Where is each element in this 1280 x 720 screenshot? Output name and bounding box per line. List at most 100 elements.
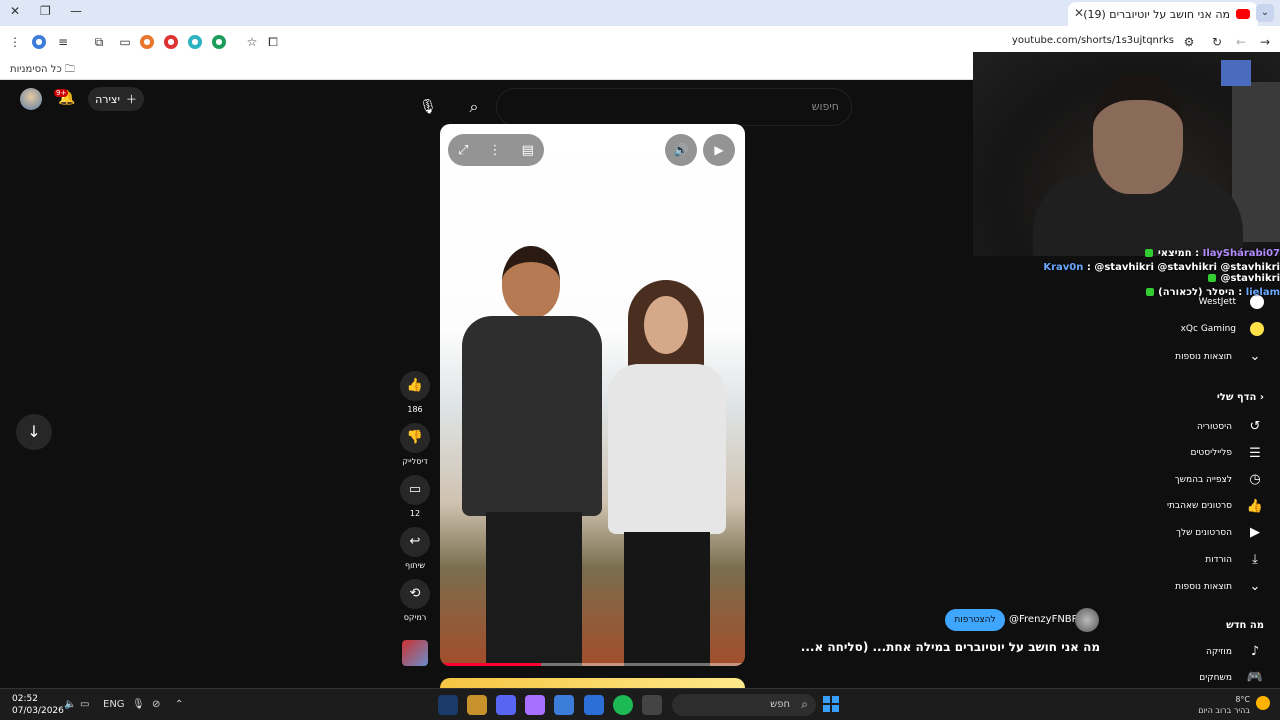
back-icon[interactable]: → xyxy=(1258,35,1272,49)
file-explorer-icon[interactable] xyxy=(642,695,662,715)
shorts-video-player[interactable]: ⤢ ⋮ ▤ 🔊 ▶ xyxy=(440,124,745,666)
channel-avatar[interactable] xyxy=(1075,608,1099,632)
sidebar-item-video[interactable]: הסרטונים שלך ▶ xyxy=(1176,525,1264,540)
volume-icon[interactable]: 🔊 xyxy=(665,134,697,166)
captions-icon[interactable]: ▤ xyxy=(522,143,534,158)
tab-search-icon[interactable]: ⌄ xyxy=(1256,4,1274,22)
share-action[interactable]: ↩ שיתוף xyxy=(400,527,430,570)
search-icon[interactable]: ⌕ xyxy=(454,88,494,126)
sidebar-more-results[interactable]: תוצאות נוספות ⌄ xyxy=(1175,349,1264,364)
my-page-heading[interactable]: הדף שלי › xyxy=(1217,392,1264,403)
chat-badge-icon xyxy=(1145,249,1154,257)
address-bar-url[interactable]: youtube.com/shorts/1s3ujtqnrks xyxy=(1012,35,1174,46)
history-icon: ↺ xyxy=(1249,419,1261,434)
subscribe-button[interactable]: להצטרפות xyxy=(945,609,1005,631)
site-settings-icon[interactable]: ⚙ xyxy=(1182,35,1196,49)
dislike-action[interactable]: 👎 דיסלייק xyxy=(400,423,430,466)
share-page-icon[interactable]: ⧠ xyxy=(266,35,280,49)
sidebar-more-results-2[interactable]: תוצאות נוספות ⌄ xyxy=(1175,579,1264,594)
all-bookmarks-button[interactable]: כל הסימניות 🗀 xyxy=(10,62,75,79)
extension-red-icon[interactable]: ● xyxy=(164,35,178,49)
download-icon: ⤓ xyxy=(1252,552,1258,567)
speaker-icon[interactable]: 🔈 xyxy=(64,699,76,710)
language-indicator[interactable]: ENG xyxy=(103,699,125,710)
close-tab-icon[interactable]: ✕ xyxy=(1074,6,1084,20)
microphone-icon[interactable]: 🎙 xyxy=(132,699,145,710)
sidebar-item-label: לצפייה בהמשך xyxy=(1174,474,1232,485)
tray-chevron-up-icon[interactable]: ⌃ xyxy=(175,699,183,710)
clock[interactable]: 02:52 07/03/2026 xyxy=(12,693,64,717)
maximize-window-icon[interactable]: ❐ xyxy=(40,4,51,18)
chat-user: lielam xyxy=(1245,287,1280,298)
sidebar-item-label: פלייליסטים xyxy=(1190,448,1232,459)
sidebar-item-clock[interactable]: לצפייה בהמשך ◷ xyxy=(1175,472,1264,487)
next-video-preview[interactable] xyxy=(440,678,745,688)
playlist-icon: ☰ xyxy=(1249,445,1261,461)
sidebar-item-download[interactable]: הורדות ⤓ xyxy=(1205,552,1264,567)
share-icon[interactable]: ↩ xyxy=(400,527,430,557)
cast-icon[interactable]: ▭ xyxy=(118,35,132,49)
like-action[interactable]: 👍 186 xyxy=(400,371,430,414)
search-bar: ⌕ חיפוש xyxy=(454,88,852,126)
remix-icon[interactable]: ⟲ xyxy=(400,579,430,609)
play-icon[interactable]: ▶ xyxy=(703,134,735,166)
comment-icon[interactable]: ▭ xyxy=(400,475,430,505)
chrome-app-icon[interactable] xyxy=(554,695,574,715)
minimize-window-icon[interactable]: — xyxy=(70,4,82,18)
windows-start-icon[interactable] xyxy=(823,696,839,712)
next-short-button[interactable]: ↓ xyxy=(16,414,52,450)
sound-thumbnail[interactable] xyxy=(402,640,428,666)
search-icon: ⌕ xyxy=(801,697,808,711)
network-icon[interactable]: ▭ xyxy=(80,699,89,710)
create-button[interactable]: יצירה ＋ xyxy=(88,87,144,111)
extension-teal-icon[interactable]: ● xyxy=(188,35,202,49)
sidebar-item-music[interactable]: מוזיקה ♪ xyxy=(1206,644,1264,659)
more-options-icon[interactable]: ⋮ xyxy=(489,143,502,158)
discord-app-icon[interactable] xyxy=(496,695,516,715)
chat-user: IlayShárabi07 xyxy=(1202,248,1280,259)
chat-text: : היסלר (לכאורה) xyxy=(1158,287,1243,298)
webcam-monitor xyxy=(1221,60,1251,86)
weather-widget[interactable]: 8°C בהיר ברוב היום xyxy=(1198,694,1250,716)
video-progress-bar[interactable] xyxy=(440,663,745,666)
whats-new-heading: מה חדש xyxy=(1226,620,1264,631)
extension-green-icon[interactable]: ● xyxy=(212,35,226,49)
comment-count: 12 xyxy=(409,509,421,518)
twitch-app-icon[interactable] xyxy=(525,695,545,715)
search-input[interactable]: חיפוש xyxy=(496,88,852,126)
sidebar-item-thumb-up[interactable]: סרטונים שאהבתי 👍 xyxy=(1167,499,1264,514)
reading-list-icon[interactable]: ≡ xyxy=(56,35,70,49)
reload-icon[interactable]: ↻ xyxy=(1210,35,1224,49)
sidebar-item-gamepad[interactable]: משחקים 🎮 xyxy=(1199,670,1264,685)
spotify-app-icon[interactable] xyxy=(613,695,633,715)
avatar[interactable] xyxy=(20,88,42,110)
fullscreen-icon[interactable]: ⤢ xyxy=(458,143,468,158)
menu-icon[interactable]: ⋮ xyxy=(8,35,22,49)
taskbar-search-input[interactable]: חפש ⌕ xyxy=(672,694,816,716)
voice-search-icon[interactable]: 🎙 xyxy=(414,88,442,126)
comments-action[interactable]: ▭ 12 xyxy=(400,475,430,518)
youtube-favicon-icon xyxy=(1236,9,1250,19)
steam-app-icon[interactable] xyxy=(438,695,458,715)
start-grid-icon[interactable] xyxy=(584,695,604,715)
close-window-icon[interactable]: ✕ xyxy=(10,4,20,18)
bookmark-star-icon[interactable]: ☆ xyxy=(245,35,259,49)
video-controls-group: ⤢ ⋮ ▤ xyxy=(448,134,544,166)
extension-icon[interactable]: ● xyxy=(32,35,46,49)
extensions-puzzle-icon[interactable]: ⧉ xyxy=(92,35,106,49)
remix-action[interactable]: ⟲ רמיקס xyxy=(400,579,430,622)
browser-tab[interactable]: ✕ (19) מה אני חושב על יוטיוברים xyxy=(1068,2,1258,26)
mute-icon[interactable]: ⊘ xyxy=(152,699,160,710)
channel-name[interactable]: @FrenzyFNBR xyxy=(1009,614,1079,625)
thumb-down-icon[interactable]: 👎 xyxy=(400,423,430,453)
extension-orange-icon[interactable]: ● xyxy=(140,35,154,49)
webcam-overlay xyxy=(973,52,1280,256)
sidebar-sub-xqc[interactable]: xQc Gaming xyxy=(1181,322,1264,336)
sidebar-item-label: הסרטונים שלך xyxy=(1176,527,1232,538)
sidebar-item-playlist[interactable]: פלייליסטים ☰ xyxy=(1190,446,1264,461)
app-icon[interactable] xyxy=(467,695,487,715)
sidebar-item-history[interactable]: היסטוריה ↺ xyxy=(1197,419,1264,434)
thumb-up-icon[interactable]: 👍 xyxy=(400,371,430,401)
chat-message: lielam : היסלר (לכאורה) xyxy=(985,287,1280,298)
forward-icon[interactable]: ← xyxy=(1234,35,1248,49)
